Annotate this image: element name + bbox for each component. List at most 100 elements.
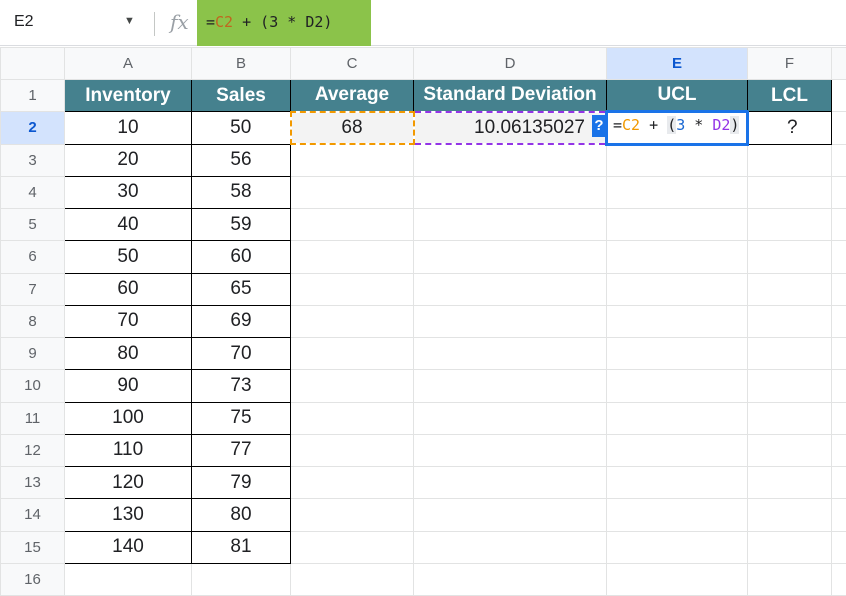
chevron-down-icon[interactable]: ▼ (124, 15, 135, 27)
sales-cell[interactable]: 56 (191, 143, 291, 177)
cell[interactable] (831, 465, 846, 500)
cell[interactable] (413, 175, 607, 210)
cell[interactable] (606, 336, 748, 371)
cell[interactable] (290, 401, 414, 435)
cell[interactable] (606, 143, 748, 177)
cell[interactable] (413, 240, 607, 274)
header-inventory[interactable]: Inventory (64, 78, 192, 113)
cell[interactable] (290, 240, 414, 274)
cell[interactable] (747, 401, 832, 435)
sales-cell[interactable]: 65 (191, 272, 291, 306)
cell[interactable] (290, 207, 414, 242)
std-dev-value-cell[interactable]: 10.06135027 (412, 110, 608, 146)
cell[interactable] (413, 369, 607, 403)
cell[interactable] (606, 562, 748, 596)
cell[interactable] (290, 498, 414, 532)
cell[interactable] (413, 207, 607, 242)
cell[interactable] (831, 401, 846, 435)
cell[interactable] (413, 465, 607, 500)
column-header-e[interactable]: E (606, 47, 748, 80)
cell[interactable] (606, 369, 748, 403)
cell[interactable] (413, 562, 607, 596)
cell[interactable] (413, 336, 607, 371)
cell[interactable] (747, 240, 832, 274)
cell[interactable] (831, 304, 846, 339)
cell[interactable] (191, 562, 291, 596)
name-box[interactable]: E2 ▼ (0, 0, 150, 46)
formula-input[interactable]: =C2 + (3 * D2) (197, 0, 371, 46)
cell[interactable] (831, 207, 846, 242)
cell[interactable] (747, 207, 832, 242)
cell-formula-editor[interactable]: =C2 + (3 * D2) (613, 116, 740, 135)
row-header-13[interactable]: 13 (0, 465, 65, 500)
inventory-cell[interactable]: 30 (64, 175, 192, 210)
sales-cell[interactable]: 81 (191, 530, 291, 564)
cell[interactable] (831, 78, 846, 113)
inventory-cell[interactable]: 60 (64, 272, 192, 306)
sales-cell[interactable]: 60 (191, 240, 291, 274)
sales-cell[interactable]: 59 (191, 207, 291, 242)
cell[interactable] (747, 498, 832, 532)
sales-cell[interactable]: 73 (191, 369, 291, 403)
cell[interactable] (413, 143, 607, 177)
cell[interactable] (747, 530, 832, 564)
cell[interactable] (606, 240, 748, 274)
inventory-cell[interactable]: 80 (64, 336, 192, 371)
header-standard-deviation[interactable]: Standard Deviation (413, 78, 607, 113)
cell[interactable] (747, 562, 832, 596)
inventory-cell[interactable]: 90 (64, 369, 192, 403)
cell[interactable] (606, 272, 748, 306)
cell[interactable] (747, 433, 832, 468)
cell[interactable] (747, 272, 832, 306)
cell[interactable] (606, 304, 748, 339)
cell[interactable] (747, 369, 832, 403)
sales-cell[interactable]: 79 (191, 465, 291, 500)
inventory-cell[interactable]: 50 (64, 240, 192, 274)
row-header-14[interactable]: 14 (0, 498, 65, 532)
row-header-10[interactable]: 10 (0, 369, 65, 403)
column-header-b[interactable]: B (191, 47, 291, 80)
inventory-cell[interactable]: 20 (64, 143, 192, 177)
cell[interactable] (413, 401, 607, 435)
inventory-cell[interactable]: 40 (64, 207, 192, 242)
cell[interactable] (747, 465, 832, 500)
column-header-d[interactable]: D (413, 47, 607, 80)
cell[interactable] (831, 369, 846, 403)
sales-cell[interactable]: 77 (191, 433, 291, 468)
inventory-cell[interactable]: 140 (64, 530, 192, 564)
row-header-12[interactable]: 12 (0, 433, 65, 468)
sales-cell[interactable]: 69 (191, 304, 291, 339)
row-header-8[interactable]: 8 (0, 304, 65, 339)
cell[interactable] (606, 401, 748, 435)
cell[interactable] (606, 465, 748, 500)
cell[interactable] (831, 433, 846, 468)
cell[interactable] (290, 304, 414, 339)
select-all-corner[interactable] (0, 47, 65, 80)
cell[interactable] (290, 143, 414, 177)
inventory-cell[interactable]: 70 (64, 304, 192, 339)
header-sales[interactable]: Sales (191, 78, 291, 113)
inventory-cell[interactable]: 100 (64, 401, 192, 435)
column-header-c[interactable]: C (290, 47, 414, 80)
cell[interactable] (606, 175, 748, 210)
row-header-2[interactable]: 2 (0, 111, 65, 145)
cell[interactable] (831, 336, 846, 371)
header-ucl[interactable]: UCL (606, 78, 748, 113)
cell[interactable] (290, 336, 414, 371)
cell[interactable] (831, 143, 846, 177)
row-header-15[interactable]: 15 (0, 530, 65, 564)
cell[interactable] (606, 207, 748, 242)
row-header-1[interactable]: 1 (0, 78, 65, 113)
inventory-cell[interactable]: 10 (64, 111, 192, 145)
header-average[interactable]: Average (290, 78, 414, 113)
sales-cell[interactable]: 50 (191, 111, 291, 145)
cell[interactable] (413, 433, 607, 468)
cell[interactable] (747, 175, 832, 210)
row-header-4[interactable]: 4 (0, 175, 65, 210)
cell[interactable] (290, 433, 414, 468)
column-header-a[interactable]: A (64, 47, 192, 80)
help-icon[interactable]: ? (592, 115, 606, 138)
header-lcl[interactable]: LCL (747, 78, 832, 113)
sales-cell[interactable]: 75 (191, 401, 291, 435)
cell[interactable] (747, 143, 832, 177)
